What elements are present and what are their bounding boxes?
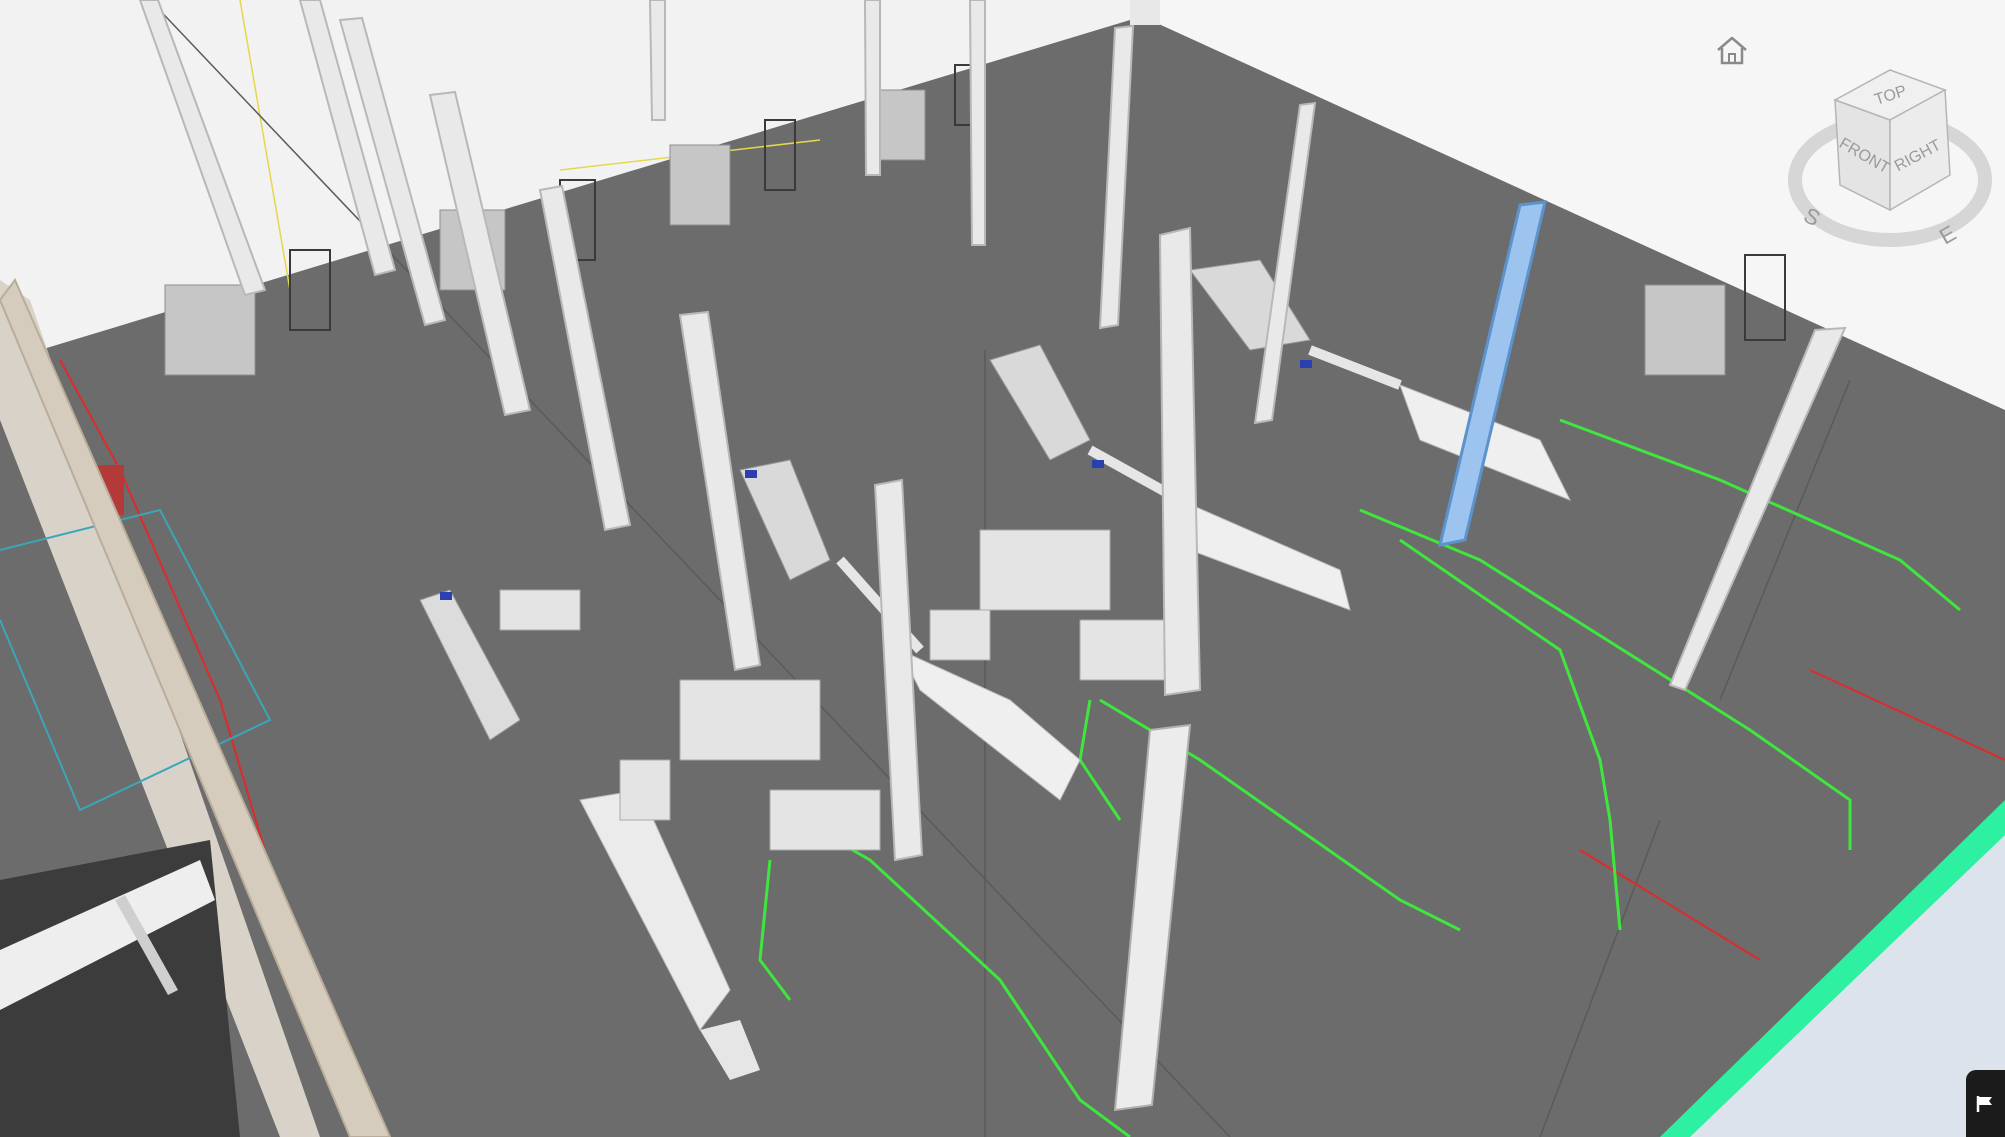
view-cube[interactable]: TOP FRONT RIGHT S E (1780, 60, 2000, 280)
3d-model-viewport[interactable]: TOP FRONT RIGHT S E (0, 0, 2005, 1137)
home-icon (1717, 36, 1747, 65)
home-view-button[interactable] (1710, 30, 1754, 70)
feedback-button[interactable] (1966, 1070, 2005, 1137)
model-scene[interactable] (0, 0, 2005, 1137)
flag-icon (1976, 1095, 1992, 1112)
wall-strip (1130, 0, 1160, 25)
